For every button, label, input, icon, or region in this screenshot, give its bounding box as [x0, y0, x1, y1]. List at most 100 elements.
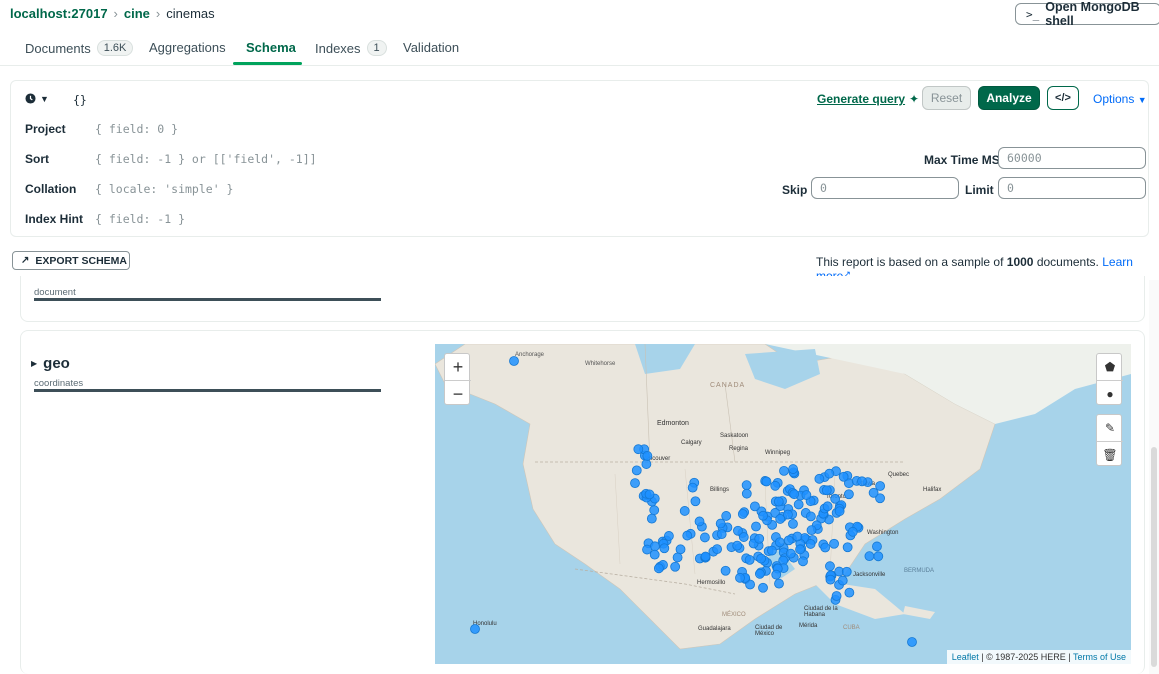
geo-map[interactable]: Anchorage Whitehorse CANADA Edmonton Cal…: [435, 344, 1131, 664]
code-toggle-button[interactable]: </>: [1047, 86, 1079, 110]
cinema-marker[interactable]: [806, 525, 817, 536]
cinema-marker[interactable]: [801, 490, 812, 500]
cinema-marker[interactable]: [642, 544, 652, 555]
max-time-input[interactable]: 60000: [998, 147, 1146, 169]
cinema-marker[interactable]: [675, 544, 686, 555]
cinema-marker[interactable]: [872, 541, 882, 552]
cinema-marker[interactable]: [783, 535, 794, 546]
cinema-marker[interactable]: [672, 552, 683, 563]
cinema-marker[interactable]: [712, 544, 723, 555]
cinema-marker[interactable]: [844, 587, 855, 598]
cinema-marker[interactable]: [694, 516, 705, 527]
cinema-marker[interactable]: [720, 565, 731, 576]
cinema-marker[interactable]: [700, 532, 710, 543]
cinema-marker[interactable]: [857, 476, 867, 487]
cinema-marker[interactable]: [773, 496, 784, 507]
cinema-marker[interactable]: [630, 478, 640, 489]
field-type-bar[interactable]: [34, 298, 381, 301]
cinema-marker[interactable]: [754, 568, 765, 579]
cinema-marker[interactable]: [824, 468, 835, 479]
cinema-marker[interactable]: [820, 542, 831, 553]
cinema-marker[interactable]: [789, 489, 800, 500]
cinema-marker[interactable]: [679, 506, 690, 516]
cinema-marker[interactable]: [805, 539, 816, 549]
cinema-marker[interactable]: [754, 533, 765, 544]
field-type-bar[interactable]: [34, 389, 381, 392]
edit-icon[interactable]: ✎: [1097, 415, 1123, 442]
cinema-marker[interactable]: [741, 480, 752, 491]
project-input[interactable]: { field: 0 }: [95, 122, 178, 136]
cinema-marker[interactable]: [798, 556, 808, 567]
export-schema-button[interactable]: ↗ EXPORT SCHEMA: [12, 251, 130, 270]
breadcrumb-db[interactable]: cine: [124, 6, 150, 21]
cinema-marker[interactable]: [644, 489, 655, 500]
cinema-marker[interactable]: [715, 518, 726, 529]
cinema-marker[interactable]: [864, 551, 875, 562]
breadcrumb-host[interactable]: localhost:27017: [10, 6, 108, 21]
cinema-marker[interactable]: [841, 566, 852, 577]
cinema-marker[interactable]: [682, 530, 693, 541]
cinema-marker[interactable]: [737, 509, 748, 519]
cinema-marker[interactable]: [837, 575, 848, 586]
cinema-marker[interactable]: [785, 548, 796, 559]
cinema-marker[interactable]: [907, 637, 917, 647]
cinema-marker[interactable]: [792, 531, 803, 542]
cinema-marker[interactable]: [633, 444, 644, 455]
cinema-marker[interactable]: [847, 526, 858, 537]
cinema-marker[interactable]: [829, 538, 839, 549]
zoom-out-button[interactable]: −: [445, 381, 471, 407]
cinema-marker[interactable]: [642, 451, 653, 461]
cinema-marker[interactable]: [732, 540, 743, 551]
cinema-marker[interactable]: [738, 532, 749, 542]
cinema-marker[interactable]: [659, 543, 670, 554]
cinema-marker[interactable]: [756, 553, 766, 564]
cinema-marker[interactable]: [751, 521, 761, 532]
cinema-marker[interactable]: [509, 356, 519, 366]
filter-input[interactable]: {}: [73, 93, 87, 107]
tab-validation[interactable]: Validation: [403, 40, 459, 55]
limit-input[interactable]: 0: [998, 177, 1146, 199]
cinema-marker[interactable]: [825, 561, 835, 572]
cinema-marker[interactable]: [690, 496, 701, 507]
cinema-marker[interactable]: [814, 473, 825, 484]
cinema-marker[interactable]: [842, 542, 853, 553]
cinema-marker[interactable]: [771, 569, 782, 580]
cinema-marker[interactable]: [735, 572, 745, 583]
cinema-marker[interactable]: [744, 555, 755, 565]
cinema-marker[interactable]: [834, 506, 845, 517]
skip-input[interactable]: 0: [811, 177, 959, 199]
cinema-marker[interactable]: [670, 561, 681, 572]
cinema-marker[interactable]: [825, 574, 836, 585]
leaflet-link[interactable]: Leaflet: [952, 652, 979, 662]
cinema-marker[interactable]: [788, 464, 799, 474]
tab-documents[interactable]: Documents 1.6K: [25, 40, 134, 56]
cinema-marker[interactable]: [821, 485, 832, 496]
cinema-marker[interactable]: [779, 465, 789, 476]
index-hint-input[interactable]: { field: -1 }: [95, 212, 185, 226]
cinema-marker[interactable]: [774, 537, 785, 548]
terms-link[interactable]: Terms of Use: [1073, 652, 1126, 662]
cinema-marker[interactable]: [767, 545, 777, 556]
cinema-marker[interactable]: [664, 531, 674, 541]
cinema-marker[interactable]: [761, 476, 772, 487]
tab-indexes[interactable]: Indexes 1: [315, 40, 387, 56]
cinema-marker[interactable]: [774, 578, 784, 589]
trash-icon[interactable]: 🗑: [1097, 442, 1123, 468]
cinema-marker[interactable]: [631, 465, 642, 476]
cinema-marker[interactable]: [795, 544, 805, 555]
cinema-marker[interactable]: [641, 459, 652, 469]
cinema-marker[interactable]: [770, 480, 781, 491]
cinema-marker[interactable]: [873, 551, 884, 562]
scrollbar-thumb[interactable]: [1151, 447, 1157, 667]
cinema-marker[interactable]: [687, 482, 698, 493]
cinema-marker[interactable]: [741, 488, 752, 499]
draw-polygon-icon[interactable]: ⬟: [1097, 354, 1123, 381]
zoom-in-button[interactable]: +: [445, 354, 471, 381]
draw-circle-icon[interactable]: ●: [1097, 381, 1123, 407]
cinema-marker[interactable]: [470, 624, 480, 634]
cinema-marker[interactable]: [783, 509, 793, 520]
sort-input[interactable]: { field: -1 } or [['field', -1]]: [95, 152, 317, 166]
cinema-marker[interactable]: [831, 591, 842, 601]
cinema-marker[interactable]: [758, 510, 768, 521]
cinema-marker[interactable]: [716, 529, 727, 540]
